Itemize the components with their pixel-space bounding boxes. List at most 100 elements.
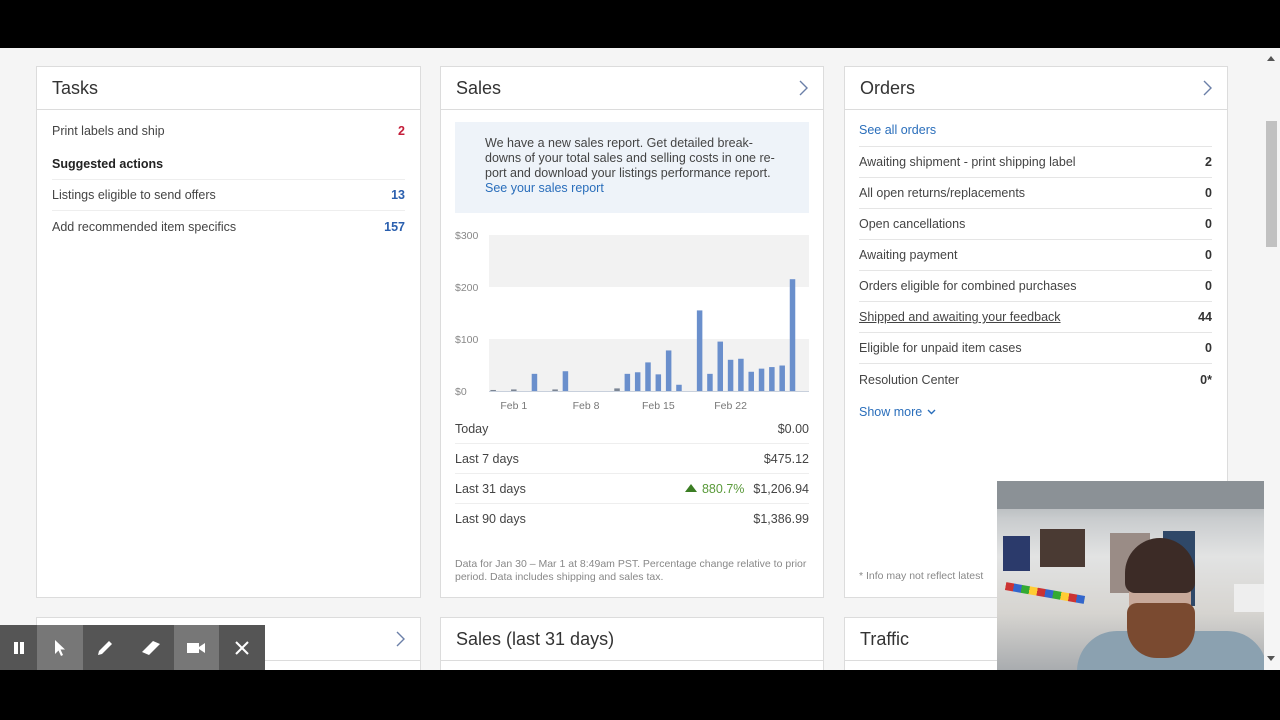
chart-bar-jan-30[interactable] bbox=[490, 389, 496, 391]
chart-bar-feb-13[interactable] bbox=[634, 372, 641, 391]
suggested-actions-heading: Suggested actions bbox=[52, 148, 405, 180]
suggested-label[interactable]: Listings eligible to send offers bbox=[52, 188, 216, 202]
webcam-overlay[interactable] bbox=[997, 481, 1264, 670]
period-value: $475.12 bbox=[763, 451, 809, 466]
order-count[interactable]: 0* bbox=[1200, 373, 1212, 387]
chart-bar-feb-26[interactable] bbox=[769, 367, 775, 391]
sales-row-today: Today $0.00 bbox=[455, 414, 809, 444]
letterbox-bottom bbox=[0, 670, 1280, 720]
page-scrollbar[interactable] bbox=[1263, 48, 1280, 670]
order-label[interactable]: All open returns/replacements bbox=[859, 186, 1025, 200]
webcam-banner bbox=[1004, 582, 1086, 604]
task-print-labels[interactable]: Print labels and ship 2 bbox=[52, 110, 405, 148]
order-count[interactable]: 0 bbox=[1205, 341, 1212, 355]
suggested-item-specifics[interactable]: Add recommended item specifics 157 bbox=[52, 211, 405, 242]
order-count[interactable]: 2 bbox=[1205, 155, 1212, 169]
suggested-label[interactable]: Add recommended item specifics bbox=[52, 220, 236, 234]
sales-31-title: Sales (last 31 days) bbox=[456, 628, 615, 649]
order-label[interactable]: Open cancellations bbox=[859, 217, 965, 231]
chevron-right-icon[interactable] bbox=[799, 80, 808, 96]
suggested-listings-offers[interactable]: Listings eligible to send offers 13 bbox=[52, 180, 405, 211]
chart-bar-feb-15[interactable] bbox=[655, 374, 662, 391]
eraser-tool-button[interactable] bbox=[128, 625, 174, 670]
order-count[interactable]: 0 bbox=[1205, 279, 1212, 293]
pen-tool-button[interactable] bbox=[82, 625, 128, 670]
chart-grid-band bbox=[489, 235, 809, 287]
camera-toggle-button[interactable] bbox=[173, 625, 219, 670]
scrollbar-thumb[interactable] bbox=[1266, 121, 1277, 247]
chart-bar-feb-19[interactable] bbox=[696, 310, 703, 391]
traffic-title: Traffic bbox=[860, 628, 910, 649]
sales-card: Sales We have a new sales report. Get de… bbox=[440, 66, 824, 598]
order-count[interactable]: 0 bbox=[1205, 186, 1212, 200]
sales-chart: $0 $100 $200 $300 Feb 1 Feb 8 Feb 15 Feb 22 bbox=[441, 221, 823, 411]
sales-title: Sales bbox=[456, 77, 502, 98]
chevron-down-icon[interactable] bbox=[927, 407, 936, 418]
chevron-right-icon[interactable] bbox=[396, 631, 405, 647]
chart-bar-feb-1[interactable] bbox=[511, 389, 517, 391]
chart-bar-feb-28[interactable] bbox=[789, 279, 796, 391]
chart-bar-feb-23[interactable] bbox=[738, 358, 744, 391]
order-count[interactable]: 0 bbox=[1205, 217, 1212, 231]
chart-bar-feb-27[interactable] bbox=[779, 365, 785, 391]
order-row[interactable]: All open returns/replacements 0 bbox=[859, 178, 1212, 209]
tasks-header: Tasks bbox=[37, 67, 420, 110]
order-row[interactable]: Awaiting payment 0 bbox=[859, 240, 1212, 271]
order-label[interactable]: Awaiting shipment - print shipping label bbox=[859, 155, 1076, 169]
order-row[interactable]: Open cancellations 0 bbox=[859, 209, 1212, 240]
order-row[interactable]: Awaiting shipment - print shipping label… bbox=[859, 147, 1212, 178]
promo-line: downs of your total sales and selling co… bbox=[485, 151, 775, 165]
sales-summary: Today $0.00 Last 7 days $475.12 Last 31 … bbox=[441, 414, 823, 534]
chevron-right-icon[interactable] bbox=[1203, 80, 1212, 96]
webcam-poster bbox=[1003, 536, 1030, 571]
x-tick-label: Feb 8 bbox=[573, 400, 600, 411]
order-row[interactable]: Eligible for unpaid item cases 0 bbox=[859, 333, 1212, 364]
webcam-shelf bbox=[1040, 529, 1085, 567]
chart-bar-feb-3[interactable] bbox=[531, 373, 538, 391]
promo-line: port and download your listings performa… bbox=[485, 166, 771, 180]
percent-change-value: 880.7% bbox=[701, 481, 745, 496]
order-row[interactable]: Shipped and awaiting your feedback 44 bbox=[859, 302, 1212, 333]
suggested-count[interactable]: 13 bbox=[391, 188, 405, 202]
chart-bar-feb-21[interactable] bbox=[717, 341, 724, 391]
task-count[interactable]: 2 bbox=[398, 124, 405, 138]
sales-last-31-days-card: Sales (last 31 days) bbox=[440, 617, 824, 670]
chart-bar-feb-11[interactable] bbox=[614, 388, 620, 391]
chart-bar-feb-12[interactable] bbox=[624, 373, 631, 391]
cursor-icon bbox=[53, 639, 67, 657]
promo-line: We have a new sales report. Get detailed… bbox=[485, 136, 753, 150]
chart-bar-feb-22[interactable] bbox=[727, 359, 734, 391]
see-all-orders-link[interactable]: See all orders bbox=[859, 123, 936, 137]
chart-bar-feb-14[interactable] bbox=[645, 362, 651, 391]
task-label[interactable]: Print labels and ship bbox=[52, 124, 165, 138]
show-more-button[interactable]: Show more bbox=[859, 395, 1212, 429]
chart-bar-feb-17[interactable] bbox=[676, 384, 682, 391]
sales-report-promo: We have a new sales report. Get detailed… bbox=[455, 122, 809, 213]
close-recorder-button[interactable] bbox=[219, 625, 265, 670]
order-row[interactable]: Orders eligible for combined purchases 0 bbox=[859, 271, 1212, 302]
order-label[interactable]: Eligible for unpaid item cases bbox=[859, 341, 1022, 355]
period-value: $1,386.99 bbox=[753, 512, 809, 526]
show-more-label[interactable]: Show more bbox=[859, 405, 922, 419]
order-label[interactable]: Resolution Center bbox=[859, 373, 959, 387]
see-sales-report-link[interactable]: See your sales report bbox=[485, 181, 793, 196]
suggested-count[interactable]: 157 bbox=[384, 220, 405, 234]
chart-bar-feb-5[interactable] bbox=[552, 389, 558, 391]
cursor-tool-button[interactable] bbox=[37, 625, 83, 670]
order-count[interactable]: 44 bbox=[1198, 310, 1212, 324]
order-count[interactable]: 0 bbox=[1205, 248, 1212, 262]
chart-bar-feb-6[interactable] bbox=[562, 371, 569, 391]
period-label: Last 90 days bbox=[455, 512, 526, 526]
scroll-up-arrow-icon[interactable] bbox=[1267, 56, 1275, 61]
triangle-up-icon bbox=[684, 483, 697, 492]
order-row[interactable]: Resolution Center 0* bbox=[859, 364, 1212, 395]
chart-bar-feb-20[interactable] bbox=[707, 373, 713, 391]
order-label[interactable]: Shipped and awaiting your feedback bbox=[859, 310, 1061, 324]
order-label[interactable]: Awaiting payment bbox=[859, 248, 957, 262]
order-label[interactable]: Orders eligible for combined purchases bbox=[859, 279, 1076, 293]
scroll-down-arrow-icon[interactable] bbox=[1267, 656, 1275, 661]
chart-bar-feb-25[interactable] bbox=[758, 368, 765, 391]
pause-button[interactable] bbox=[0, 625, 37, 670]
chart-bar-feb-24[interactable] bbox=[748, 371, 754, 391]
chart-bar-feb-16[interactable] bbox=[665, 350, 672, 391]
